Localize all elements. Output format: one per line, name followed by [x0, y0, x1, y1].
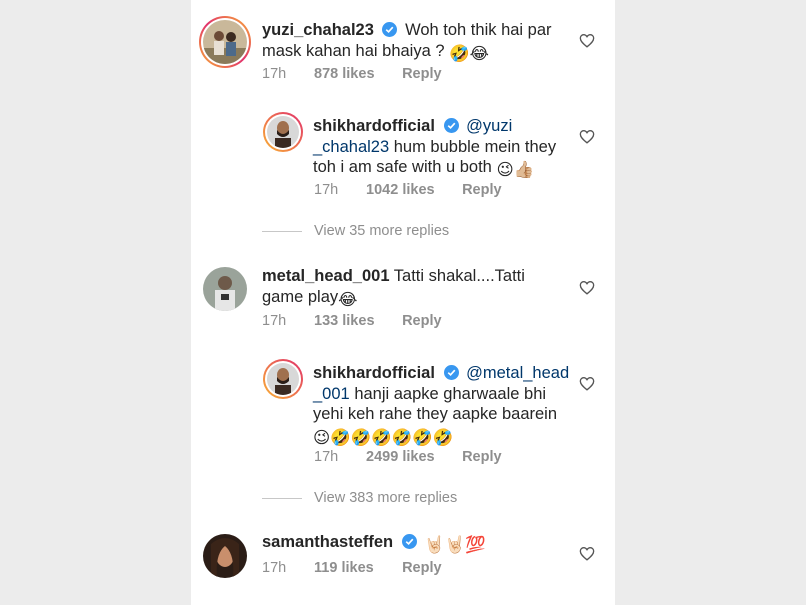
likes-count[interactable]: 878 likes [314, 66, 398, 82]
verified-badge-icon [443, 118, 459, 133]
comment-body: shikhardofficial @metal_head _001 hanji … [313, 363, 573, 448]
likes-count[interactable]: 2499 likes [366, 449, 458, 465]
avatar[interactable] [203, 534, 247, 578]
story-ring[interactable] [263, 112, 303, 152]
avatar-image [203, 267, 247, 311]
username[interactable]: shikhardofficial [313, 364, 435, 382]
heart-outline-icon[interactable] [579, 280, 595, 295]
divider-line [262, 497, 302, 499]
view-more-replies[interactable]: View 383 more replies [262, 490, 457, 506]
heart-outline-icon[interactable] [579, 376, 595, 391]
comment-meta: 17h 1042 likes Reply [314, 182, 502, 198]
verified-badge-icon [443, 365, 459, 380]
mention-link[interactable]: _chahal23 [313, 138, 389, 156]
emoji: 😂 [338, 290, 358, 309]
comment-meta: 17h 878 likes Reply [262, 66, 442, 82]
username[interactable]: shikhardofficial [313, 117, 435, 135]
timestamp: 17h [262, 66, 287, 82]
heart-outline-icon[interactable] [579, 33, 595, 48]
verified-badge-icon [401, 534, 417, 549]
comment-meta: 17h 119 likes Reply [262, 560, 442, 576]
comment-text: game play [262, 287, 339, 306]
comment-text: Tatti shakal....Tatti [393, 267, 525, 285]
likes-count[interactable]: 133 likes [314, 313, 398, 329]
story-ring[interactable] [263, 359, 303, 399]
mention-link[interactable]: _001 [313, 385, 350, 403]
comment-body: metal_head_001 Tatti shakal....Tatti gam… [262, 266, 562, 310]
likes-count[interactable]: 1042 likes [366, 182, 458, 198]
reply-button[interactable]: Reply [402, 560, 442, 576]
avatar-image [203, 20, 247, 64]
username[interactable]: samanthasteffen [262, 533, 393, 551]
heart-outline-icon[interactable] [579, 546, 595, 561]
comment-text: hanji aapke gharwaale bhi [354, 384, 547, 403]
avatar-image [203, 534, 247, 578]
emoji: 😉🤣🤣🤣🤣🤣🤣 [313, 428, 454, 447]
reply-button[interactable]: Reply [402, 313, 442, 329]
comment-text: Woh toh thik hai par [405, 21, 552, 39]
avatar-image [267, 116, 299, 148]
comments-panel: yuzi_chahal23 Woh toh thik hai par mask … [191, 0, 615, 605]
reply-button[interactable]: Reply [402, 66, 442, 82]
comment-meta: 17h 133 likes Reply [262, 313, 442, 329]
timestamp: 17h [314, 449, 339, 465]
mention-link[interactable]: @metal_head [466, 364, 569, 382]
avatar[interactable] [203, 267, 247, 311]
reply-button[interactable]: Reply [462, 449, 502, 465]
verified-badge-icon [382, 22, 398, 37]
emoji: 😉👍🏼 [496, 161, 535, 179]
comment-body: yuzi_chahal23 Woh toh thik hai par mask … [262, 20, 562, 64]
emoji: 🤘🏻🤘🏻💯 [424, 536, 486, 554]
story-ring[interactable] [199, 16, 251, 68]
heart-outline-icon[interactable] [579, 129, 595, 144]
mention-link[interactable]: @yuzi [466, 117, 512, 135]
divider-line [262, 230, 302, 232]
reply-button[interactable]: Reply [462, 182, 502, 198]
timestamp: 17h [262, 313, 287, 329]
comment-text: mask kahan hai bhaiya ? [262, 41, 445, 60]
comment-text: toh i am safe with u both [313, 158, 492, 176]
comment-meta: 17h 2499 likes Reply [314, 449, 502, 465]
comment-text: yehi keh rahe they aapke baarein [313, 405, 558, 423]
avatar-image [267, 363, 299, 395]
avatar[interactable] [267, 363, 299, 395]
comment-body: samanthasteffen 🤘🏻🤘🏻💯 [262, 532, 562, 556]
timestamp: 17h [262, 560, 287, 576]
avatar[interactable] [203, 20, 247, 64]
username[interactable]: yuzi_chahal23 [262, 21, 374, 39]
comment-text: hum bubble mein they [393, 137, 557, 156]
view-more-label[interactable]: View 35 more replies [314, 223, 449, 239]
view-more-label[interactable]: View 383 more replies [314, 490, 457, 506]
username[interactable]: metal_head_001 [262, 267, 390, 285]
view-more-replies[interactable]: View 35 more replies [262, 223, 449, 239]
avatar[interactable] [267, 116, 299, 148]
comment-body: shikhardofficial @yuzi _chahal23 hum bub… [313, 116, 573, 181]
timestamp: 17h [314, 182, 339, 198]
likes-count[interactable]: 119 likes [314, 560, 398, 576]
emoji: 🤣😂 [449, 44, 489, 63]
